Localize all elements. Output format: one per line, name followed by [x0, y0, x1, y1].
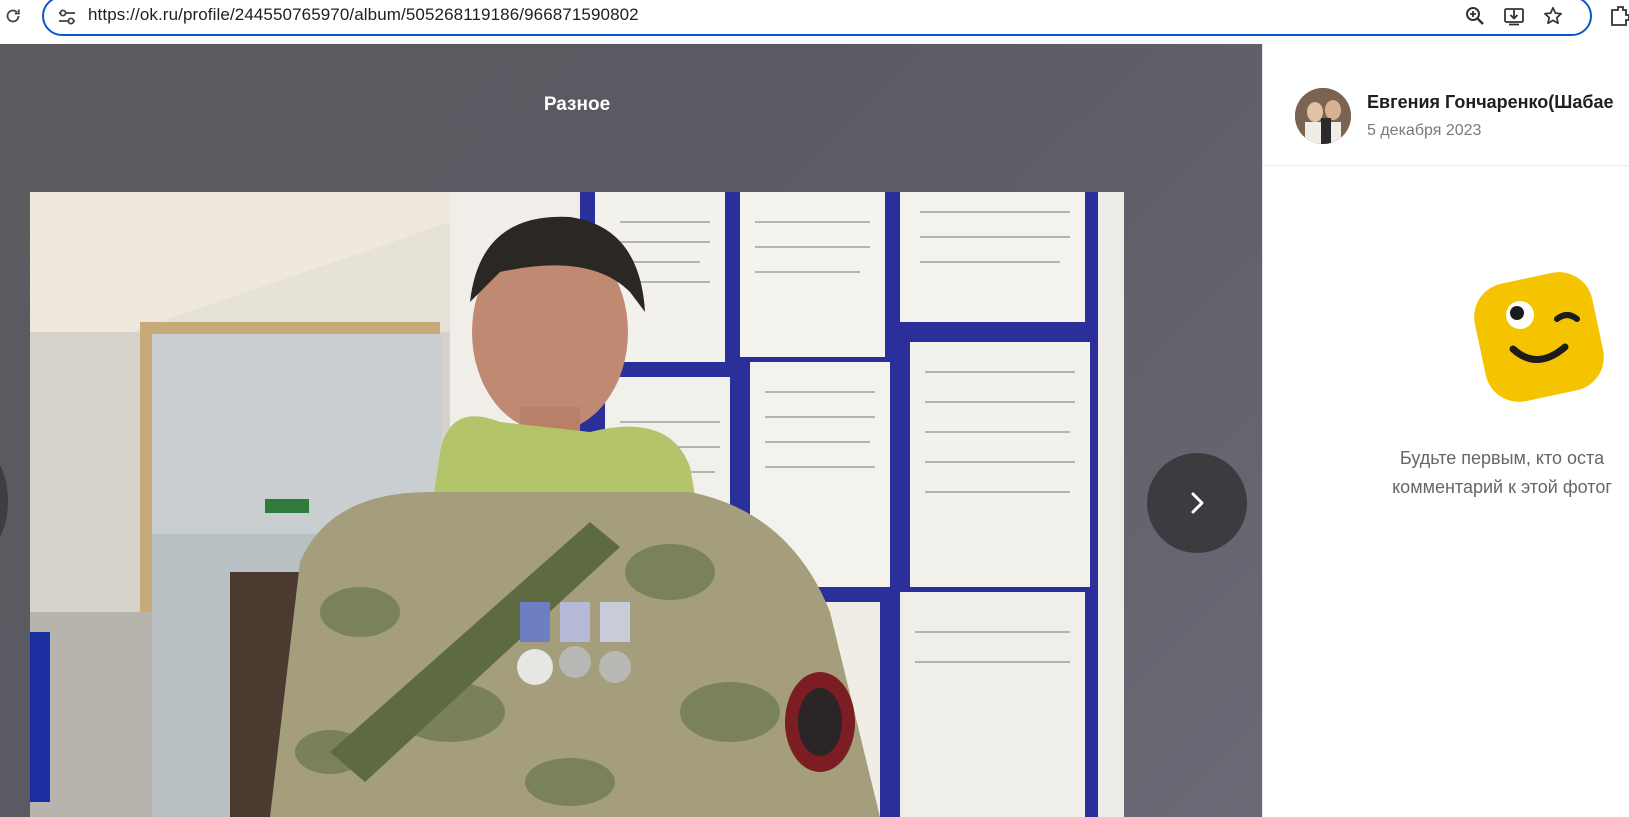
browser-toolbar: https://ok.ru/profile/244550765970/album… — [0, 0, 1629, 44]
chevron-left-icon[interactable] — [0, 451, 8, 551]
address-bar[interactable]: https://ok.ru/profile/244550765970/album… — [42, 0, 1592, 36]
install-app-icon[interactable] — [1501, 3, 1527, 29]
empty-message-line-2: комментарий к этой фотог — [1392, 477, 1612, 497]
photo-viewer: Разное — [0, 44, 1262, 817]
empty-comments-message: Будьте первым, кто оста комментарий к эт… — [1263, 444, 1629, 502]
site-info-icon[interactable] — [56, 7, 78, 27]
avatar[interactable] — [1295, 88, 1351, 144]
comments-panel: Евгения Гончаренко(Шабае 5 декабря 2023 … — [1262, 44, 1629, 817]
reload-icon[interactable] — [2, 5, 24, 27]
empty-message-line-1: Будьте первым, кто оста — [1399, 448, 1605, 468]
winking-face-icon — [1465, 263, 1613, 411]
author-block: Евгения Гончаренко(Шабае 5 декабря 2023 — [1263, 44, 1629, 166]
photo[interactable] — [30, 192, 1124, 817]
album-title[interactable]: Разное — [0, 94, 1154, 116]
zoom-icon[interactable] — [1462, 3, 1488, 29]
bookmark-star-icon[interactable] — [1540, 3, 1566, 29]
chevron-right-icon[interactable] — [1147, 453, 1247, 553]
post-date: 5 декабря 2023 — [1367, 122, 1482, 139]
extensions-icon[interactable] — [1610, 4, 1629, 28]
url-text[interactable]: https://ok.ru/profile/244550765970/album… — [88, 5, 639, 25]
author-name[interactable]: Евгения Гончаренко(Шабае — [1367, 92, 1614, 113]
